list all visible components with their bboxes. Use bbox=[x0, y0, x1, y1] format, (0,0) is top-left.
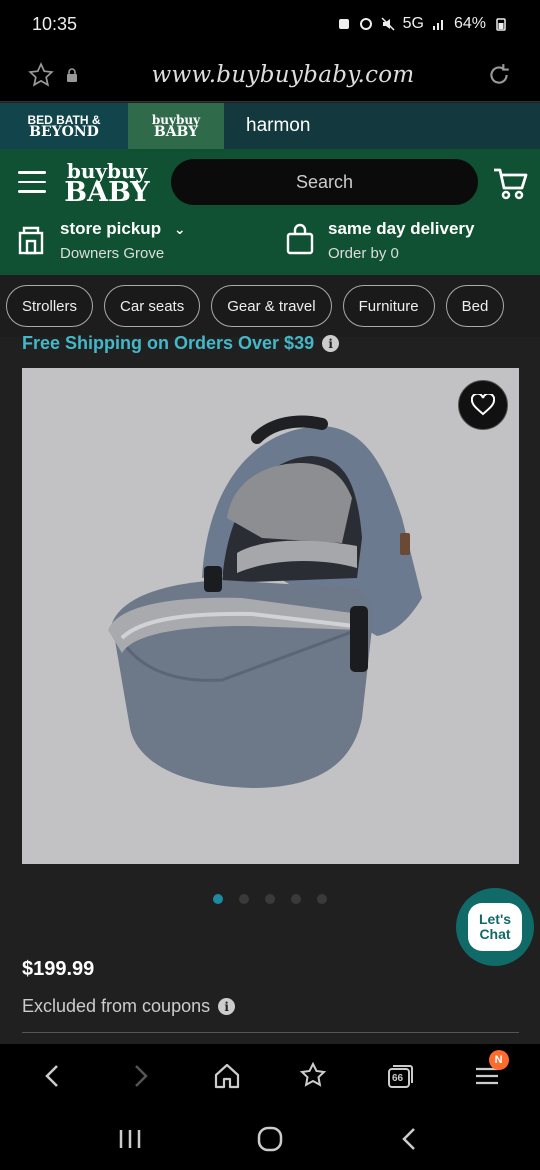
store-icon bbox=[18, 226, 44, 255]
same-day-delivery[interactable]: same day delivery Order by 0 bbox=[284, 219, 474, 262]
chip-car-seats[interactable]: Car seats bbox=[104, 285, 201, 327]
recent-apps-icon[interactable] bbox=[115, 1126, 145, 1152]
carousel-dot-2[interactable] bbox=[239, 894, 249, 904]
divider bbox=[22, 1032, 519, 1033]
menu-badge: N bbox=[488, 1050, 509, 1070]
chat-button[interactable]: Let's Chat bbox=[456, 888, 534, 966]
signal-icon bbox=[432, 20, 443, 30]
coupon-note-text: Excluded from coupons bbox=[22, 996, 211, 1016]
site-logo[interactable]: buybuy BABY bbox=[62, 161, 152, 208]
tabs-icon[interactable]: 66 bbox=[384, 1060, 416, 1092]
logo-line2: BABY bbox=[64, 177, 150, 208]
star-icon[interactable] bbox=[28, 61, 54, 88]
battery-icon bbox=[496, 18, 506, 31]
back-icon[interactable] bbox=[37, 1060, 69, 1092]
harmon-tab[interactable]: harmon bbox=[224, 103, 540, 149]
chevron-down-icon: ⌄ bbox=[173, 221, 186, 237]
bbb-line2: BEYOND bbox=[29, 124, 99, 140]
system-back-icon[interactable] bbox=[395, 1124, 425, 1154]
lock-icon bbox=[67, 67, 77, 82]
browser-url-bar[interactable]: www.buybuybaby.com bbox=[0, 48, 540, 102]
bag-icon bbox=[286, 223, 314, 255]
mute-icon bbox=[381, 17, 395, 31]
carousel-dots bbox=[213, 894, 327, 904]
free-shipping-text: Free Shipping on Orders Over $39 bbox=[22, 333, 315, 353]
bed-bath-beyond-tab[interactable]: BED BATH & BEYOND bbox=[0, 103, 128, 149]
menu-icon[interactable] bbox=[18, 171, 46, 193]
alarm-icon bbox=[359, 18, 372, 30]
free-shipping-banner: Free Shipping on Orders Over $39 i bbox=[22, 333, 340, 354]
status-icons: 5G 64% bbox=[337, 15, 508, 33]
coupon-info-icon[interactable]: i bbox=[218, 998, 236, 1015]
carousel-dot-3[interactable] bbox=[265, 894, 275, 904]
bassinet-illustration bbox=[108, 415, 422, 788]
system-nav-bar bbox=[0, 1108, 540, 1170]
status-bar: 10:35 5G 64% bbox=[0, 0, 540, 48]
system-home-icon[interactable] bbox=[255, 1124, 285, 1154]
site-header: buybuy BABY Search store pickup ⌄ Downer… bbox=[0, 149, 540, 275]
pickup-store: Downers Grove bbox=[60, 245, 165, 262]
info-icon[interactable]: i bbox=[322, 335, 340, 352]
network-type: 5G bbox=[402, 15, 424, 32]
product-image[interactable] bbox=[22, 368, 519, 864]
chip-bedding[interactable]: Bed bbox=[445, 285, 505, 327]
favorite-button[interactable] bbox=[458, 380, 508, 430]
chat-bubble-icon: Let's Chat bbox=[468, 903, 522, 951]
url-text[interactable]: www.buybuybaby.com bbox=[80, 62, 486, 88]
chip-gear-travel[interactable]: Gear & travel bbox=[211, 285, 332, 327]
carousel-dot-5[interactable] bbox=[317, 894, 327, 904]
forward-icon[interactable] bbox=[124, 1060, 156, 1092]
delivery-title: same day delivery bbox=[328, 219, 475, 238]
search-input[interactable]: Search bbox=[171, 159, 478, 205]
brand-switch-bar: BED BATH & BEYOND buybuy BABY harmon bbox=[0, 103, 540, 149]
buybuy-baby-tab[interactable]: buybuy BABY bbox=[128, 103, 224, 149]
pickup-title: store pickup ⌄ bbox=[60, 219, 186, 238]
category-chips: Strollers Car seats Gear & travel Furnit… bbox=[0, 275, 540, 337]
chip-strollers[interactable]: Strollers bbox=[6, 285, 94, 327]
chip-furniture[interactable]: Furniture bbox=[342, 285, 435, 327]
status-time: 10:35 bbox=[32, 13, 78, 34]
carousel-dot-4[interactable] bbox=[291, 894, 301, 904]
store-pickup-selector[interactable]: store pickup ⌄ Downers Grove bbox=[16, 219, 186, 262]
chat-line1: Let's bbox=[478, 911, 512, 927]
notification-icon bbox=[338, 19, 349, 29]
browser-menu-button[interactable]: N bbox=[471, 1050, 509, 1092]
cart-icon[interactable] bbox=[492, 166, 528, 200]
bbby-line2: BABY bbox=[153, 124, 199, 140]
browser-bottom-nav: 66 N bbox=[0, 1044, 540, 1108]
battery-level: 64% bbox=[453, 15, 486, 32]
product-price: $199.99 bbox=[22, 958, 95, 980]
heart-icon bbox=[471, 394, 495, 416]
home-icon[interactable] bbox=[211, 1060, 243, 1092]
bookmarks-icon[interactable] bbox=[297, 1060, 329, 1092]
chat-line2: Chat bbox=[479, 926, 511, 942]
carousel-dot-1[interactable] bbox=[213, 894, 223, 904]
coupon-note: Excluded from coupons i bbox=[22, 996, 236, 1017]
delivery-detail: Order by 0 bbox=[328, 245, 399, 262]
tabs-count: 66 bbox=[391, 1073, 404, 1084]
reload-icon[interactable] bbox=[486, 62, 512, 88]
